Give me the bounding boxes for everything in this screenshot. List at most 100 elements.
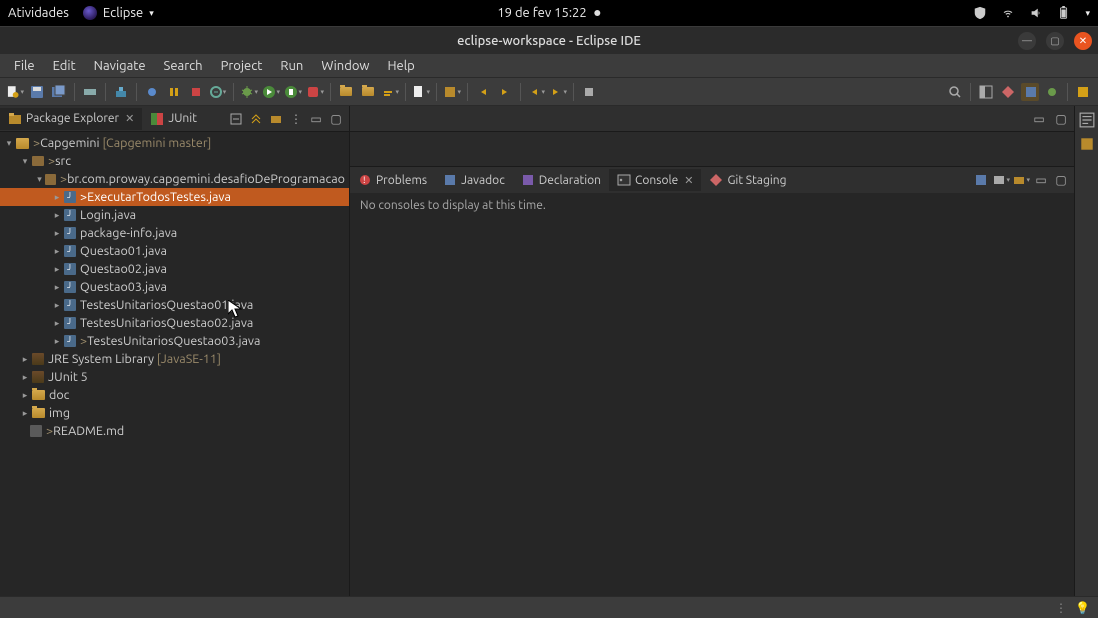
coverage-button[interactable]: ▾ — [284, 83, 302, 101]
twisty-icon[interactable]: ▸ — [52, 318, 62, 329]
menu-help[interactable]: Help — [380, 56, 423, 76]
menu-navigate[interactable]: Navigate — [86, 56, 154, 76]
twisty-icon[interactable]: ▾ — [20, 156, 30, 167]
git-perspective-button[interactable] — [999, 83, 1017, 101]
twisty-icon[interactable]: ▸ — [52, 336, 62, 347]
tree-junit5[interactable]: ▸ JUnit 5 — [0, 368, 349, 386]
tree-file[interactable]: ▸ TestesUnitariosQuestao02.java — [0, 314, 349, 332]
open-console-button[interactable]: ▾ — [1012, 171, 1030, 189]
tab-package-explorer[interactable]: Package Explorer ✕ — [0, 108, 142, 130]
maximize-view-button[interactable]: ▢ — [327, 110, 345, 128]
close-icon[interactable]: ✕ — [125, 112, 134, 125]
menu-project[interactable]: Project — [213, 56, 271, 76]
tree-file[interactable]: ▸ package-info.java — [0, 224, 349, 242]
activities-button[interactable]: Atividades — [8, 6, 69, 20]
debug-button[interactable]: ▾ — [240, 83, 258, 101]
save-all-button[interactable] — [50, 83, 68, 101]
view-menu-button[interactable]: ⋮ — [287, 110, 305, 128]
tree-file[interactable]: ▸ TestesUnitariosQuestao01.java — [0, 296, 349, 314]
new-java-button[interactable]: ▾ — [412, 83, 430, 101]
twisty-icon[interactable]: ▸ — [20, 408, 30, 419]
tree-file[interactable]: ▸ Questao01.java — [0, 242, 349, 260]
back-annotation-button[interactable] — [474, 83, 492, 101]
tree-doc[interactable]: ▸ doc — [0, 386, 349, 404]
task-list-icon[interactable] — [1079, 136, 1095, 152]
menu-window[interactable]: Window — [313, 56, 377, 76]
progress-icon[interactable]: ⋮ — [1055, 601, 1067, 615]
twisty-icon[interactable]: ▸ — [52, 246, 62, 257]
forward-button[interactable]: ▾ — [549, 83, 567, 101]
twisty-icon[interactable]: ▸ — [52, 228, 62, 239]
ext-tools-button[interactable]: ▾ — [306, 83, 324, 101]
java-perspective-button[interactable] — [1021, 83, 1039, 101]
tab-declaration[interactable]: Declaration — [513, 169, 609, 191]
terminate-button[interactable] — [187, 83, 205, 101]
menu-file[interactable]: File — [6, 56, 43, 76]
system-tray[interactable]: ▾ — [973, 6, 1090, 20]
display-console-button[interactable]: ▾ — [992, 171, 1010, 189]
open-perspective-button[interactable] — [977, 83, 995, 101]
twisty-icon[interactable]: ▸ — [52, 264, 62, 275]
pin-editor-button[interactable] — [580, 83, 598, 101]
link-editor-button[interactable] — [247, 110, 265, 128]
skip-breakpoints-button[interactable] — [143, 83, 161, 101]
tree-file[interactable]: ▸ Questao02.java — [0, 260, 349, 278]
forward-annotation-button[interactable] — [496, 83, 514, 101]
tab-problems[interactable]: ! Problems — [350, 169, 435, 191]
resume-button[interactable] — [165, 83, 183, 101]
twisty-icon[interactable]: ▸ — [20, 390, 30, 401]
tip-bulb-icon[interactable]: 💡 — [1075, 601, 1090, 615]
maximize-button[interactable]: ▢ — [1046, 32, 1064, 50]
tip-button[interactable] — [1074, 83, 1092, 101]
tree-img[interactable]: ▸ img — [0, 404, 349, 422]
menu-run[interactable]: Run — [272, 56, 311, 76]
tree-readme[interactable]: > README.md — [0, 422, 349, 440]
tree-file[interactable]: ▸ > ExecutarTodosTestes.java — [0, 188, 349, 206]
app-menu[interactable]: Eclipse ▾ — [83, 6, 154, 20]
twisty-icon[interactable]: ▸ — [52, 282, 62, 293]
menu-edit[interactable]: Edit — [45, 56, 84, 76]
clock[interactable]: 19 de fev 15:22 — [497, 6, 586, 20]
maximize-editor-button[interactable]: ▢ — [1052, 110, 1070, 128]
close-button[interactable]: ✕ — [1074, 32, 1092, 50]
menu-search[interactable]: Search — [156, 56, 211, 76]
tab-javadoc[interactable]: Javadoc — [435, 169, 513, 191]
tree-project[interactable]: ▾ > Capgemini [Capgemini master] — [0, 134, 349, 152]
minimize-view-button[interactable]: ▭ — [1032, 171, 1050, 189]
twisty-icon[interactable]: ▸ — [52, 210, 62, 221]
search-access-button[interactable] — [946, 83, 964, 101]
pin-console-button[interactable] — [972, 171, 990, 189]
tab-git-staging[interactable]: Git Staging — [701, 169, 794, 191]
twisty-icon[interactable]: ▸ — [52, 300, 62, 311]
tab-junit[interactable]: JUnit — [142, 108, 205, 130]
tree-file[interactable]: ▸ Login.java — [0, 206, 349, 224]
new-button[interactable]: ▾ — [6, 83, 24, 101]
back-button[interactable]: ▾ — [527, 83, 545, 101]
twisty-icon[interactable]: ▸ — [20, 354, 30, 365]
run-button[interactable]: ▾ — [262, 83, 280, 101]
tree-file[interactable]: ▸ > TestesUnitariosQuestao03.java — [0, 332, 349, 350]
tab-console[interactable]: Console ✕ — [609, 169, 701, 191]
outline-icon[interactable] — [1079, 112, 1095, 128]
tree-src[interactable]: ▾ > src — [0, 152, 349, 170]
close-icon[interactable]: ✕ — [684, 174, 693, 187]
twisty-icon[interactable]: ▾ — [36, 174, 43, 185]
twisty-icon[interactable]: ▸ — [52, 192, 62, 203]
tree-jre[interactable]: ▸ JRE System Library [JavaSE-11] — [0, 350, 349, 368]
open-type-button[interactable] — [337, 83, 355, 101]
tree-package[interactable]: ▾ > br.com.proway.capgemini.desafioDePro… — [0, 170, 349, 188]
tree-file[interactable]: ▸ Questao03.java — [0, 278, 349, 296]
save-button[interactable] — [28, 83, 46, 101]
open-task-button[interactable] — [359, 83, 377, 101]
toggle-breadcrumb-button[interactable] — [81, 83, 99, 101]
minimize-button[interactable]: — — [1018, 32, 1036, 50]
build-button[interactable] — [112, 83, 130, 101]
collapse-all-button[interactable] — [227, 110, 245, 128]
twisty-icon[interactable]: ▾ — [4, 138, 14, 149]
connect-button[interactable]: ▾ — [209, 83, 227, 101]
debug-perspective-button[interactable] — [1043, 83, 1061, 101]
package-tree[interactable]: ▾ > Capgemini [Capgemini master] ▾ > src… — [0, 132, 349, 596]
new-package-button[interactable]: ▾ — [443, 83, 461, 101]
search-button[interactable]: ▾ — [381, 83, 399, 101]
maximize-view-button[interactable]: ▢ — [1052, 171, 1070, 189]
